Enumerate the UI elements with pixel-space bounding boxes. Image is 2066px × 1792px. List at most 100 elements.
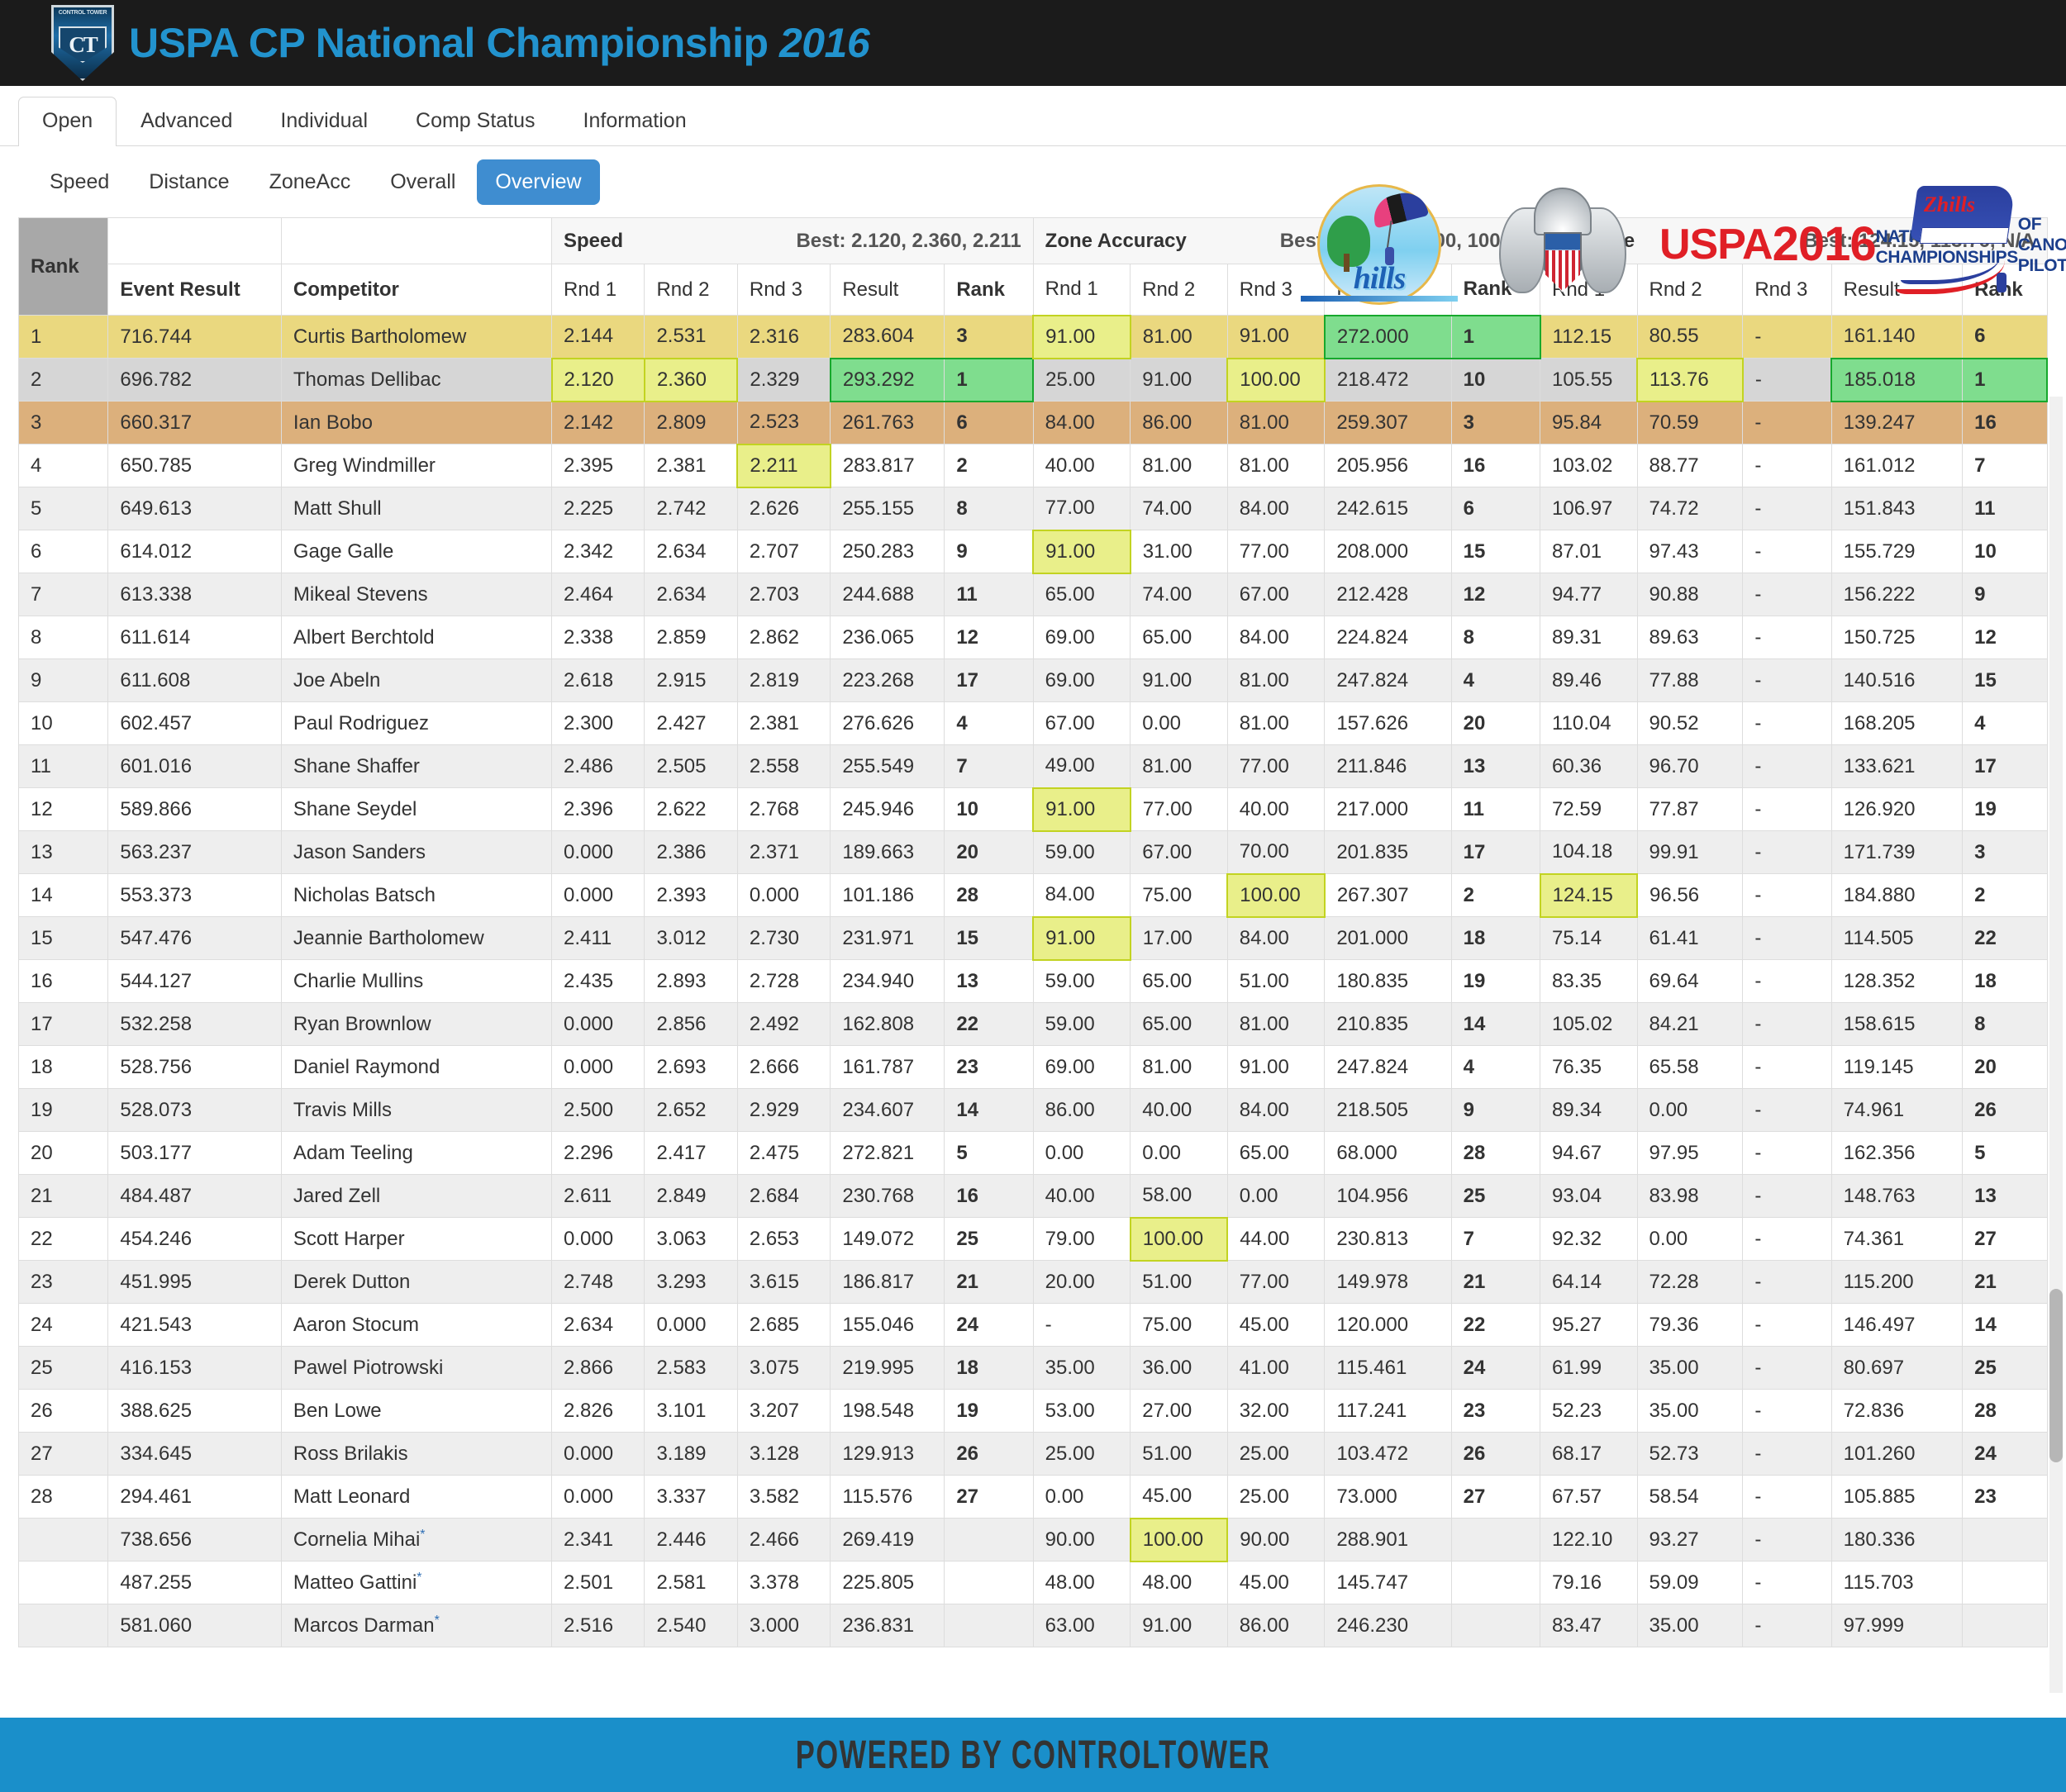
scrollbar-track[interactable] <box>2049 397 2063 1693</box>
cell-za-rnd2: 58.00 <box>1130 1174 1228 1218</box>
col-rank-header[interactable]: Rank <box>17 217 109 316</box>
cell-di-rnd1: 83.47 <box>1540 1604 1638 1647</box>
tab-zoneacc[interactable]: ZoneAcc <box>251 159 369 205</box>
cell-sp-rank: 16 <box>944 1174 1034 1218</box>
table-row[interactable]: 8 611.614 Albert Berchtold 2.338 2.859 2.862 2… <box>17 616 2048 659</box>
cell-sp-rank: 2 <box>944 444 1034 487</box>
tab-information[interactable]: Information <box>559 97 711 146</box>
table-row[interactable]: 9 611.608 Joe Abeln 2.618 2.915 2.819 223.268 1… <box>17 658 2048 702</box>
cell-sp-rank: 26 <box>944 1432 1034 1476</box>
table-row[interactable]: 24 421.543 Aaron Stocum 2.634 0.000 2.685 155.… <box>17 1303 2048 1347</box>
cell-sp-rnd3: 3.000 <box>736 1604 831 1647</box>
cell-za-rnd3: 45.00 <box>1226 1303 1326 1347</box>
cell-competitor: Paul Rodriguez <box>280 701 553 745</box>
table-row[interactable]: 11 601.016 Shane Shaffer 2.486 2.505 2.558 255… <box>17 744 2048 788</box>
col-zone-rnd1[interactable]: Rnd 1 <box>1032 264 1131 316</box>
col-speed-rnd1[interactable]: Rnd 1 <box>550 264 645 316</box>
table-row[interactable]: 20 503.177 Adam Teeling 2.296 2.417 2.475 272.… <box>17 1131 2048 1175</box>
cell-sp-rnd1: 2.338 <box>550 616 645 659</box>
cell-sp-rnd2: 2.859 <box>644 616 738 659</box>
table-row[interactable]: 2 696.782 Thomas Dellibac 2.120 2.360 2.329 29… <box>17 357 2049 402</box>
cell-competitor: Marcos Darman* <box>280 1604 553 1647</box>
table-row[interactable]: 13 563.237 Jason Sanders 0.000 2.386 2.371 189… <box>17 830 2048 874</box>
cell-sp-result: 189.663 <box>830 830 945 874</box>
parachutist-wings-badge-icon <box>1499 181 1626 309</box>
table-row[interactable]: 487.255 Matteo Gattini* 2.501 2.581 3.378 225… <box>17 1561 2048 1604</box>
table-row[interactable]: 7 613.338 Mikeal Stevens 2.464 2.634 2.703 244… <box>17 573 2048 616</box>
cell-za-result: 259.307 <box>1324 401 1452 444</box>
cell-za-result: 230.813 <box>1324 1217 1452 1261</box>
table-row[interactable]: 28 294.461 Matt Leonard 0.000 3.337 3.582 115.… <box>17 1475 2048 1519</box>
table-row[interactable]: 16 544.127 Charlie Mullins 2.435 2.893 2.728 2… <box>17 959 2048 1003</box>
cell-za-rnd2: 91.00 <box>1130 658 1228 702</box>
cell-sp-rnd2: 3.189 <box>644 1432 738 1476</box>
table-row[interactable]: 22 454.246 Scott Harper 0.000 3.063 2.653 149.… <box>17 1216 2048 1262</box>
tab-distance[interactable]: Distance <box>131 159 247 205</box>
cell-za-result: 242.615 <box>1324 487 1452 530</box>
cell-za-rnd3: 67.00 <box>1226 573 1326 616</box>
cell-sp-result: 272.821 <box>830 1131 945 1175</box>
cell-sp-rank: 6 <box>944 401 1034 444</box>
cell-za-rank: 14 <box>1450 1002 1541 1046</box>
cell-sp-rnd1: 0.000 <box>550 1432 645 1476</box>
cell-za-rnd2: 31.00 <box>1130 530 1228 573</box>
col-speed-result[interactable]: Result <box>830 264 945 316</box>
col-speed-rnd2[interactable]: Rnd 2 <box>644 264 738 316</box>
table-row[interactable]: 5 649.613 Matt Shull 2.225 2.742 2.626 255.155… <box>17 487 2048 530</box>
col-speed-rank[interactable]: Rank <box>944 264 1034 316</box>
table-row[interactable]: 581.060 Marcos Darman* 2.516 2.540 3.000 236.… <box>17 1604 2048 1647</box>
tab-individual[interactable]: Individual <box>256 97 392 146</box>
cell-za-rnd1: 90.00 <box>1032 1518 1131 1561</box>
cell-sp-rank: 17 <box>944 658 1034 702</box>
tab-open[interactable]: Open <box>18 97 117 146</box>
table-row[interactable]: 18 528.756 Daniel Raymond 0.000 2.693 2.666 16… <box>17 1045 2048 1089</box>
cell-di-rank: 6 <box>1962 315 2048 359</box>
results-table-container[interactable]: Rank Speed Best: 2.120, 2.360, 2.211 Zon… <box>0 217 2066 1647</box>
cell-competitor: Travis Mills <box>280 1088 553 1132</box>
tab-advanced[interactable]: Advanced <box>117 97 256 146</box>
cell-di-rank: 27 <box>1962 1217 2048 1261</box>
cell-competitor: Nicholas Batsch <box>280 873 553 917</box>
table-row[interactable]: 10 602.457 Paul Rodriguez 2.300 2.427 2.381 27… <box>17 701 2048 745</box>
tab-comp-status[interactable]: Comp Status <box>392 97 559 146</box>
cell-za-rnd3: 81.00 <box>1226 1002 1326 1046</box>
tab-speed[interactable]: Speed <box>31 159 127 205</box>
cell-za-rank: 22 <box>1450 1303 1541 1347</box>
cell-di-rank: 16 <box>1962 401 2048 444</box>
scrollbar-thumb[interactable] <box>2049 1289 2063 1462</box>
col-speed-rnd3[interactable]: Rnd 3 <box>736 264 831 316</box>
table-row[interactable]: 25 416.153 Pawel Piotrowski 2.866 2.583 3.075… <box>17 1346 2048 1390</box>
table-row[interactable]: 23 451.995 Derek Dutton 2.748 3.293 3.615 186.… <box>17 1260 2048 1304</box>
table-row[interactable]: 26 388.625 Ben Lowe 2.826 3.101 3.207 198.548 1… <box>17 1389 2048 1433</box>
col-event-result-header[interactable]: Event Result <box>107 264 282 316</box>
table-row[interactable]: 12 589.866 Shane Seydel 2.396 2.622 2.768 245.… <box>17 787 2048 832</box>
table-row[interactable]: 738.656 Cornelia Mihai* 2.341 2.446 2.466 269… <box>17 1517 2048 1562</box>
cell-sp-result: 115.576 <box>830 1475 945 1519</box>
table-row[interactable]: 15 547.476 Jeannie Bartholomew 2.411 3.012 2.… <box>17 915 2048 961</box>
cell-di-rnd1: 95.84 <box>1540 401 1638 444</box>
table-row[interactable]: 1 716.744 Curtis Bartholomew 2.144 2.531 2.31… <box>17 314 2048 359</box>
cell-competitor: Matt Leonard <box>280 1475 553 1519</box>
table-row[interactable]: 27 334.645 Ross Brilakis 0.000 3.189 3.128 129… <box>17 1432 2048 1476</box>
col-competitor-header[interactable]: Competitor <box>280 264 553 316</box>
table-row[interactable]: 17 532.258 Ryan Brownlow 0.000 2.856 2.492 162… <box>17 1002 2048 1046</box>
tab-overview[interactable]: Overview <box>477 159 600 205</box>
table-row[interactable]: 6 614.012 Gage Galle 2.342 2.634 2.707 250.283… <box>17 529 2048 574</box>
cell-za-result: 288.901 <box>1324 1518 1452 1561</box>
table-row[interactable]: 19 528.073 Travis Mills 2.500 2.652 2.929 234.… <box>17 1088 2048 1132</box>
cell-rank: 28 <box>17 1475 109 1519</box>
table-row[interactable]: 3 660.317 Ian Bobo 2.142 2.809 2.523 261.763 6 8… <box>17 401 2048 444</box>
cell-competitor: Albert Berchtold <box>280 616 553 659</box>
cell-za-rank: 1 <box>1450 314 1541 359</box>
table-row[interactable]: 21 484.487 Jared Zell 2.611 2.849 2.684 230.76… <box>17 1174 2048 1218</box>
cell-sp-rnd1: 0.000 <box>550 1475 645 1519</box>
cell-za-rnd2: 36.00 <box>1130 1346 1228 1390</box>
tab-overall[interactable]: Overall <box>372 159 474 205</box>
col-zone-rnd2[interactable]: Rnd 2 <box>1130 264 1228 316</box>
table-row[interactable]: 14 553.373 Nicholas Batsch 0.000 2.393 0.000 1… <box>17 872 2048 918</box>
cell-sp-rnd1: 2.144 <box>550 315 645 359</box>
table-row[interactable]: 4 650.785 Greg Windmiller 2.395 2.381 2.211 28… <box>17 443 2048 488</box>
cell-za-result: 157.626 <box>1324 701 1452 745</box>
cell-event-result: 696.782 <box>107 358 282 402</box>
cell-sp-rnd3: 2.466 <box>736 1518 831 1561</box>
